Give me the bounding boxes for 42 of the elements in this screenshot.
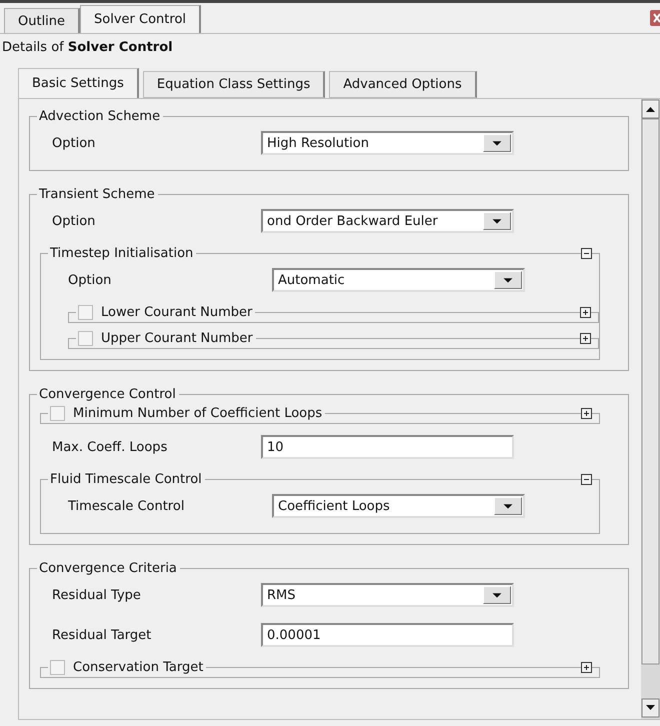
field-label: Residual Type	[52, 588, 142, 602]
field-label: Option	[68, 272, 112, 288]
details-heading: Details of Solver Control	[1, 39, 174, 57]
section-title: Transient Scheme	[38, 186, 156, 202]
section-title: Convergence Criteria	[38, 560, 178, 576]
field-label: Option	[52, 136, 96, 150]
checkbox[interactable]	[50, 406, 65, 420]
expand-icon[interactable]	[580, 306, 591, 318]
dropdown[interactable]: RMS	[261, 583, 514, 607]
section-title: Convergence Control	[38, 386, 177, 402]
input-field[interactable]: 10	[261, 435, 514, 459]
settings-tab[interactable]: Equation Class Settings	[142, 71, 326, 98]
group-title: Timestep Initialisation	[49, 246, 194, 260]
expand-icon[interactable]	[580, 332, 591, 344]
dropdown[interactable]: High Resolution	[261, 131, 514, 155]
collapse-icon[interactable]	[581, 474, 592, 484]
collapse-icon[interactable]	[581, 248, 592, 258]
field-label: Max. Coeff. Loops	[52, 440, 168, 454]
field-label: Timescale Control	[68, 498, 186, 514]
group-title: Fluid Timescale Control	[49, 472, 203, 486]
scrollbar[interactable]	[641, 99, 660, 719]
option-label: Minimum Number of Coefficient Loops	[72, 406, 324, 420]
option-label: Upper Courant Number	[100, 330, 254, 346]
panel-tab[interactable]: Solver Control	[80, 5, 202, 33]
field-label: Residual Target	[52, 628, 152, 642]
close-icon[interactable]	[650, 10, 660, 26]
field-label: Option	[52, 214, 96, 228]
checkbox[interactable]	[78, 330, 93, 346]
checkbox[interactable]	[78, 304, 93, 320]
dropdown[interactable]: Automatic	[272, 268, 525, 292]
section-title: Advection Scheme	[38, 108, 162, 124]
checkbox[interactable]	[50, 660, 65, 674]
expand-icon[interactable]	[581, 408, 592, 418]
option-label: Conservation Target	[72, 660, 204, 674]
option-label: Lower Courant Number	[100, 304, 254, 320]
input-field[interactable]: 0.00001	[261, 623, 514, 647]
expand-icon[interactable]	[581, 662, 592, 672]
settings-tab[interactable]: Basic Settings	[18, 68, 139, 98]
settings-tab[interactable]: Advanced Options	[329, 71, 477, 98]
dropdown[interactable]: ond Order Backward Euler	[261, 209, 514, 233]
panel-tab[interactable]: Outline	[4, 8, 80, 33]
dropdown[interactable]: Coefficient Loops	[272, 494, 525, 518]
